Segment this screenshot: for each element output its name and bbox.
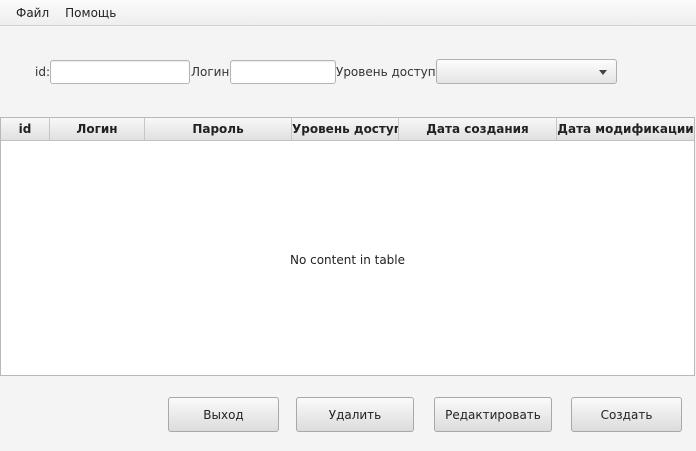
table-header: id Логин Пароль Уровень доступа Дата соз…	[1, 118, 694, 141]
empty-table-placeholder: No content in table	[289, 253, 406, 267]
column-header-password[interactable]: Пароль	[145, 118, 292, 141]
filter-row: id: Логин: Уровень доступа:	[0, 58, 696, 86]
create-button[interactable]: Создать	[571, 397, 682, 432]
column-header-login[interactable]: Логин	[50, 118, 145, 141]
column-header-created-date[interactable]: Дата создания	[399, 118, 557, 141]
edit-button[interactable]: Редактировать	[434, 397, 552, 432]
access-level-label: Уровень доступа:	[336, 65, 448, 79]
menu-file[interactable]: Файл	[8, 0, 57, 26]
id-input[interactable]	[50, 60, 190, 84]
id-label: id:	[35, 65, 50, 79]
menu-bar: Файл Помощь	[0, 0, 696, 26]
delete-button[interactable]: Удалить	[296, 397, 414, 432]
users-table[interactable]: id Логин Пароль Уровень доступа Дата соз…	[0, 117, 695, 376]
access-level-select[interactable]	[436, 59, 617, 84]
column-header-modified-date[interactable]: Дата модификации	[557, 118, 694, 141]
menu-help[interactable]: Помощь	[57, 0, 124, 26]
login-input[interactable]	[230, 60, 336, 84]
exit-button[interactable]: Выход	[168, 397, 279, 432]
column-header-id[interactable]: id	[1, 118, 50, 141]
column-header-access-level[interactable]: Уровень доступа	[292, 118, 399, 141]
chevron-down-icon	[599, 70, 607, 75]
login-label: Логин:	[191, 65, 234, 79]
